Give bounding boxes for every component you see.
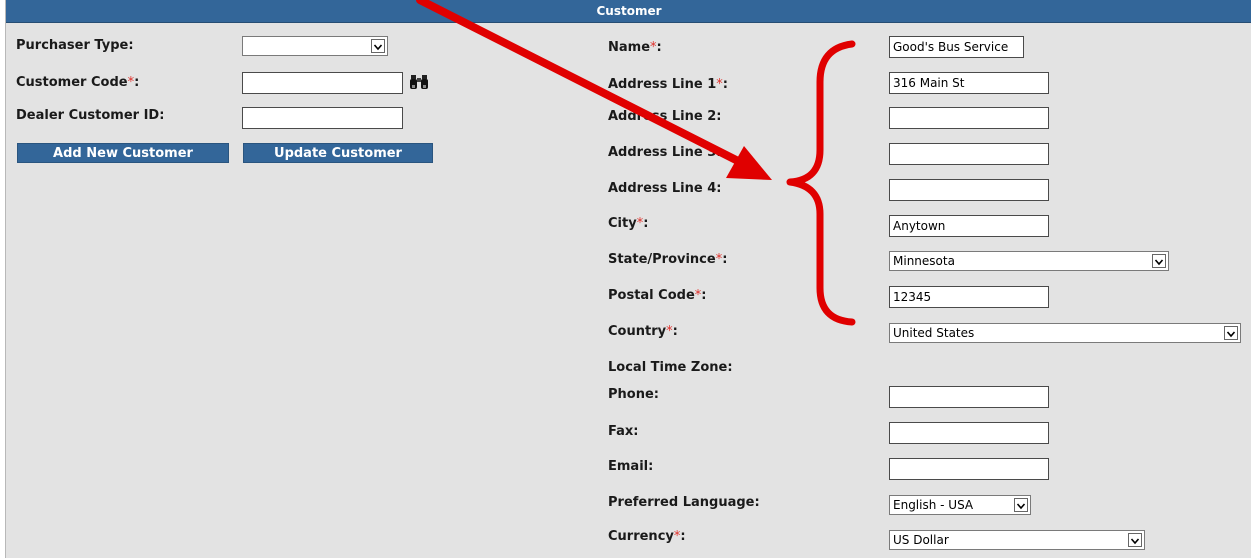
state-province-label: State/Province*: (608, 252, 728, 267)
email-label: Email: (608, 459, 654, 474)
preferred-language-select[interactable]: English - USA (889, 495, 1031, 515)
address-line-2-input[interactable] (889, 107, 1049, 129)
purchaser-type-label: Purchaser Type: (16, 38, 134, 53)
chevron-down-icon (1128, 533, 1142, 547)
add-new-customer-button[interactable]: Add New Customer (17, 143, 229, 163)
currency-value: US Dollar (893, 533, 949, 547)
chevron-down-icon (1014, 498, 1028, 512)
address-line-4-input[interactable] (889, 179, 1049, 201)
customer-code-input[interactable] (242, 72, 403, 94)
panel-header: Customer (6, 0, 1251, 23)
phone-label: Phone: (608, 387, 659, 402)
dealer-customer-id-input[interactable] (242, 107, 403, 129)
address-line-4-label: Address Line 4: (608, 181, 722, 196)
customer-code-label: Customer Code*: (16, 75, 140, 90)
preferred-language-value: English - USA (893, 498, 974, 512)
currency-select[interactable]: US Dollar (889, 530, 1145, 550)
purchaser-type-select[interactable] (242, 36, 388, 56)
chevron-down-icon (1224, 326, 1238, 340)
address-line-3-input[interactable] (889, 143, 1049, 165)
binoculars-icon[interactable] (409, 73, 429, 95)
fax-input[interactable] (889, 422, 1049, 444)
postal-code-label: Postal Code*: (608, 288, 707, 303)
postal-code-input[interactable]: 12345 (889, 286, 1049, 308)
dealer-customer-id-label: Dealer Customer ID: (16, 108, 165, 123)
update-customer-button[interactable]: Update Customer (243, 143, 433, 163)
email-input[interactable] (889, 458, 1049, 480)
city-input[interactable]: Anytown (889, 215, 1049, 237)
chevron-down-icon (371, 39, 385, 53)
name-input[interactable]: Good's Bus Service (889, 36, 1024, 58)
address-line-2-label: Address Line 2: (608, 109, 722, 124)
address-line-1-label: Address Line 1*: (608, 77, 728, 92)
phone-input[interactable] (889, 386, 1049, 408)
name-label: Name*: (608, 40, 662, 55)
country-value: United States (893, 326, 975, 340)
local-time-zone-label: Local Time Zone: (608, 360, 733, 375)
country-label: Country*: (608, 324, 678, 339)
address-line-3-label: Address Line 3: (608, 145, 722, 160)
chevron-down-icon (1152, 254, 1166, 268)
preferred-language-label: Preferred Language: (608, 495, 760, 510)
address-line-1-input[interactable]: 316 Main St (889, 72, 1049, 94)
fax-label: Fax: (608, 424, 639, 439)
state-province-value: Minnesota (893, 254, 955, 268)
customer-panel: Customer Purchaser Type: Customer Code*:… (5, 0, 1251, 558)
state-province-select[interactable]: Minnesota (889, 251, 1169, 271)
country-select[interactable]: United States (889, 323, 1241, 343)
currency-label: Currency*: (608, 529, 686, 544)
city-label: City*: (608, 216, 649, 231)
